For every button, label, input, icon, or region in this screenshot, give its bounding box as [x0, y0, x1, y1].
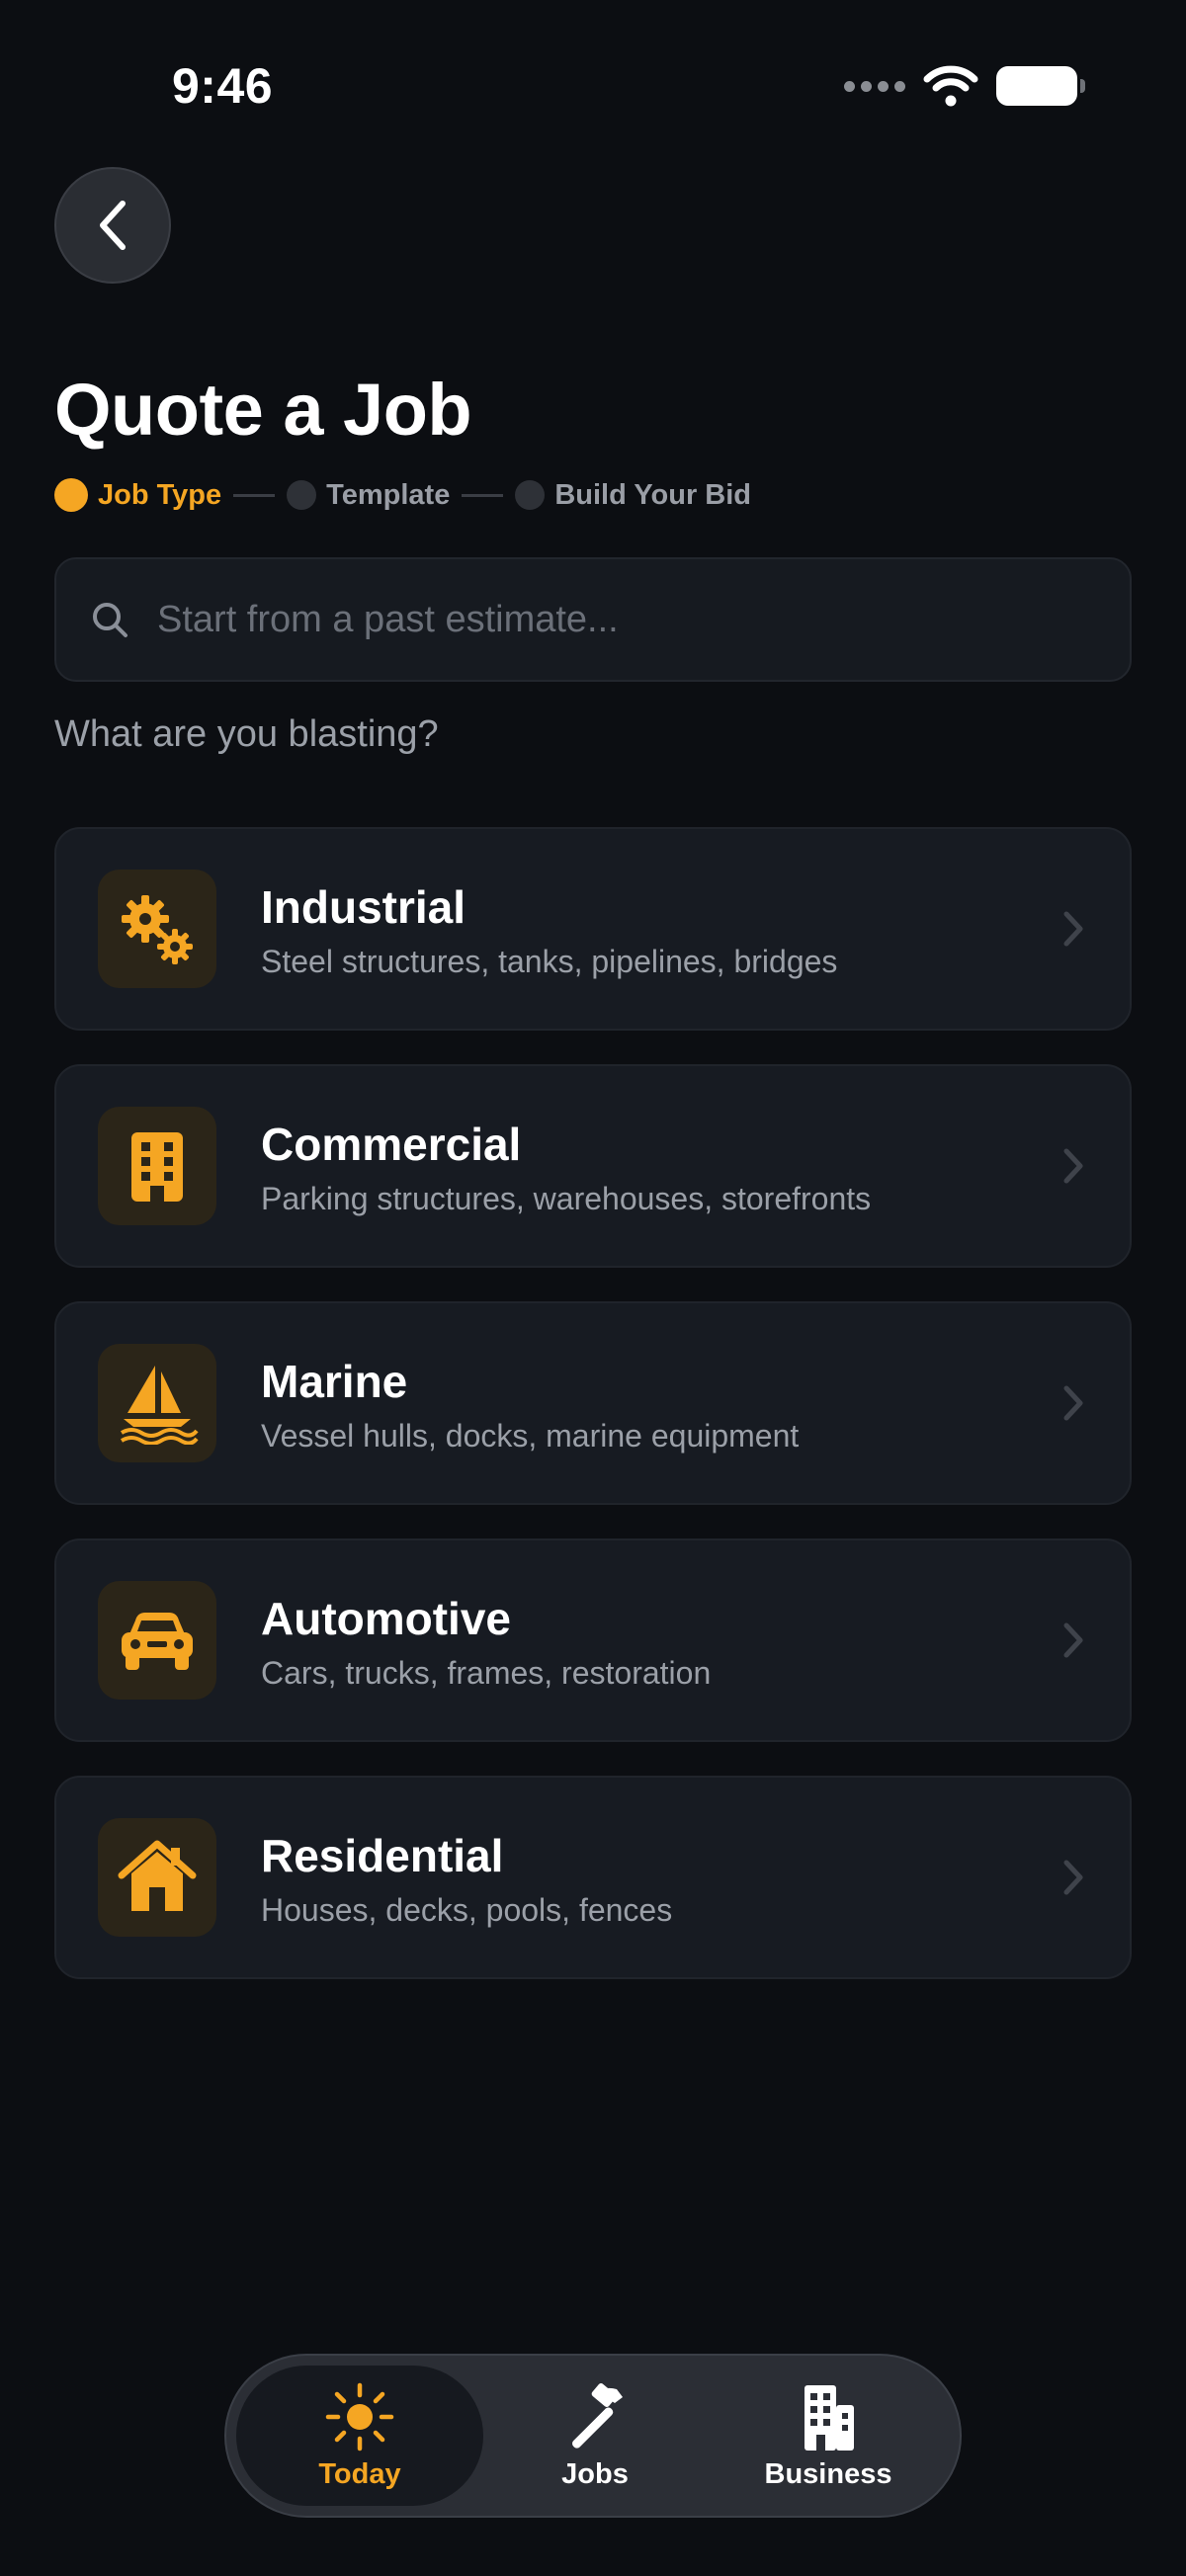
- tab-business[interactable]: Business: [705, 2366, 952, 2506]
- gears-icon: [122, 895, 193, 964]
- building-icon: [805, 2384, 854, 2451]
- job-type-description: Steel structures, tanks, pipelines, brid…: [261, 944, 838, 979]
- step-job-type: Job Type: [54, 478, 221, 512]
- chevron-right-icon: [1063, 1622, 1083, 1658]
- job-type-title: Automotive: [261, 1593, 511, 1644]
- job-type-card-marine[interactable]: Marine Vessel hulls, docks, marine equip…: [54, 1301, 1132, 1505]
- job-type-icon-box: [98, 1581, 216, 1700]
- job-type-icon-box: [98, 870, 216, 988]
- section-prompt: What are you blasting?: [54, 713, 439, 755]
- job-type-description: Vessel hulls, docks, marine equipment: [261, 1418, 800, 1454]
- cellular-signal-icon: [844, 80, 905, 92]
- step-indicator-dot: [54, 478, 88, 512]
- job-type-description: Parking structures, warehouses, storefro…: [261, 1181, 872, 1216]
- chevron-right-icon: [1063, 1860, 1083, 1895]
- step-build-your-bid: Build Your Bid: [515, 479, 751, 512]
- job-type-card-industrial[interactable]: Industrial Steel structures, tanks, pipe…: [54, 827, 1132, 1031]
- job-type-title: Marine: [261, 1356, 408, 1407]
- back-button[interactable]: [54, 167, 171, 284]
- job-type-card-commercial[interactable]: Commercial Parking structures, warehouse…: [54, 1064, 1132, 1268]
- job-type-description: Cars, trucks, frames, restoration: [261, 1655, 712, 1691]
- job-type-icon-box: [98, 1344, 216, 1462]
- status-icons: [844, 65, 1085, 107]
- chevron-left-icon: [100, 201, 126, 250]
- building-icon: [131, 1132, 183, 1202]
- job-type-title: Commercial: [261, 1119, 522, 1170]
- sun-icon: [325, 2382, 394, 2451]
- tab-today[interactable]: Today: [236, 2366, 483, 2506]
- step-label: Job Type: [98, 478, 222, 511]
- car-icon: [122, 1613, 193, 1670]
- step-indicator-dot: [515, 480, 546, 510]
- job-type-card-automotive[interactable]: Automotive Cars, trucks, frames, restora…: [54, 1538, 1132, 1742]
- status-time: 9:46: [172, 58, 274, 114]
- battery-icon: [996, 66, 1085, 106]
- step-connector: [462, 493, 504, 497]
- hammer-icon: [572, 2382, 623, 2449]
- job-type-card-residential[interactable]: Residential Houses, decks, pools, fences: [54, 1776, 1132, 1979]
- bottom-tab-bar: Today Jobs Business: [224, 2354, 962, 2518]
- page-title: Quote a Job: [54, 369, 472, 451]
- job-type-icon-box: [98, 1818, 216, 1937]
- step-indicator-dot: [287, 480, 317, 510]
- tab-label: Jobs: [561, 2457, 629, 2490]
- tab-jobs[interactable]: Jobs: [471, 2366, 719, 2506]
- job-type-description: Houses, decks, pools, fences: [261, 1892, 673, 1928]
- chevron-right-icon: [1063, 1385, 1083, 1421]
- step-connector: [233, 493, 276, 497]
- sailboat-icon: [120, 1366, 199, 1445]
- step-label: Build Your Bid: [554, 478, 752, 511]
- tab-label: Business: [764, 2457, 892, 2490]
- job-type-icon-box: [98, 1107, 216, 1225]
- job-type-title: Industrial: [261, 881, 466, 933]
- search-placeholder: Start from a past estimate...: [157, 598, 619, 640]
- past-estimate-search-input[interactable]: Start from a past estimate...: [54, 557, 1132, 682]
- tab-label: Today: [318, 2457, 401, 2490]
- house-icon: [118, 1840, 197, 1911]
- job-type-title: Residential: [261, 1830, 504, 1881]
- chevron-right-icon: [1063, 911, 1083, 947]
- search-icon: [93, 603, 127, 637]
- chevron-right-icon: [1063, 1148, 1083, 1184]
- step-template: Template: [287, 479, 450, 512]
- progress-stepper: Job Type Template Build Your Bid: [54, 478, 751, 512]
- step-label: Template: [326, 478, 451, 511]
- wifi-icon: [923, 65, 978, 107]
- quote-job-screen: 9:46 Quote a Job Job Type Template Build…: [0, 0, 1186, 2576]
